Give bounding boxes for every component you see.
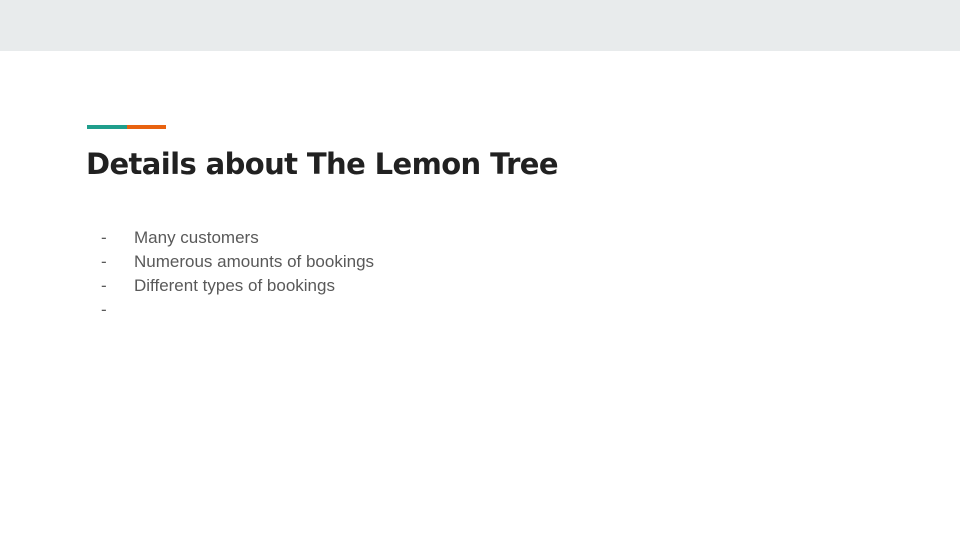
accent-bar [87,125,166,129]
bullet-marker: - [101,276,107,295]
bullet-marker: - [101,252,107,271]
bullet-list: - Many customers - Numerous amounts of b… [101,226,374,322]
accent-bar-orange-segment [127,125,166,129]
bullet-text: Numerous amounts of bookings [134,252,375,271]
bullet-marker: - [101,228,107,247]
bullet-text: Many customers [134,228,259,247]
list-item: - [101,298,374,322]
list-item: - Numerous amounts of bookings [101,250,374,274]
bullet-text: Different types of bookings [134,276,335,295]
bullet-marker: - [101,300,107,319]
list-item: - Many customers [101,226,374,250]
accent-bar-teal-segment [87,125,127,129]
top-band [0,0,960,51]
slide-title: Details about The Lemon Tree [86,147,559,181]
list-item: - Different types of bookings [101,274,374,298]
